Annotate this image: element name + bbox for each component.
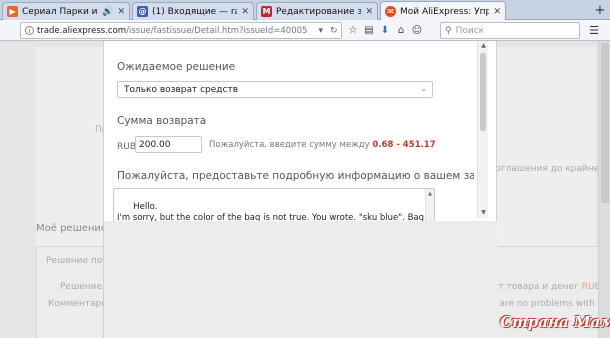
my-decision-heading: Моё решение [36,223,108,234]
dispute-modal: Ожидаемое решение Только возврат средств… [103,41,498,338]
url-text[interactable]: trade.aliexpress.com/issue/fastissue/Det… [37,26,315,36]
details-textarea[interactable]: Hello. I'm sorry, but the color of the b… [113,188,435,221]
scroll-up-icon[interactable]: ▲ [478,41,489,51]
tab-editing[interactable]: M Редактирование за... ✕ [256,2,378,20]
new-tab-button[interactable]: + [592,3,608,19]
url-host: trade.aliexpress.com [37,25,127,36]
reading-list-icon[interactable]: ▤ [361,22,377,39]
home-icon[interactable]: ⌂ [393,22,409,39]
tv-icon: ▶ [7,6,18,17]
refund-amount-input[interactable]: 200.00 [135,136,202,153]
close-icon[interactable]: ✕ [365,7,373,17]
speaker-icon[interactable]: 🔊 [102,7,113,17]
chevron-down-icon[interactable]: ⌄ [420,84,427,93]
toolbar-icons: ☆ ▤ ⬇ ⌂ ☺ [345,22,425,39]
bg-problems-fragment: ere are no problems with th [482,299,607,309]
modal-scrollbar[interactable]: ▲ ▼ [477,41,488,218]
url-path: /issue/fastissue/Detail.htm?issueId=4000… [126,25,308,36]
tab-parks-series[interactable]: ▶ Сериал Парки и ... 🔊 ✕ [2,2,130,20]
tab-label: Сериал Парки и ... [22,6,98,17]
amount-value: 200.00 [139,139,171,150]
solution-value: Только возврат средств [124,84,239,95]
solution-select[interactable]: Только возврат средств ⌄ [117,81,433,98]
modal-scrollbar-thumb[interactable] [480,53,486,131]
search-input[interactable]: ⚲ Поиск [440,22,580,39]
modal-content: Ожидаемое решение Только возврат средств… [104,41,474,221]
info-icon[interactable]: i [25,26,34,35]
bg-return-fragment: врат товара и денег RUB [482,282,601,292]
tab-label: (1) Входящие — rad... [152,6,237,17]
search-placeholder: Поиск [455,25,485,36]
tab-aliexpress[interactable]: ✉ Мой AliExpress: Упр... ✕ [380,1,506,21]
download-icon[interactable]: ⬇ [377,22,393,39]
chat-icon[interactable]: ☺ [409,22,425,39]
tab-label: Редактирование за... [276,6,361,17]
watermark: Страна Мам [500,313,610,331]
modal-footer-area [104,221,498,338]
tab-strip: ▶ Сериал Парки и ... 🔊 ✕ @ (1) Входящие … [0,0,610,21]
reload-icon[interactable]: ↻ [330,26,338,36]
details-text: Hello. I'm sorry, but the color of the b… [117,202,425,221]
scroll-down-icon[interactable]: ▼ [478,208,489,218]
aliexpress-icon: ✉ [385,6,396,17]
refund-amount-label: Сумма возврата [117,115,207,127]
hint-text: Пожалуйста. введите сумму между [209,140,370,150]
url-actions: ▾ ↻ [315,26,341,36]
expected-solution-label: Ожидаемое решение [117,61,236,73]
url-bar[interactable]: i trade.aliexpress.com/issue/fastissue/D… [20,22,342,39]
star-icon[interactable]: ☆ [345,22,361,39]
menu-icon[interactable]: ☰ [586,23,602,38]
tab-inbox[interactable]: @ (1) Входящие — rad... ✕ [132,2,254,20]
chevron-down-icon[interactable]: ▾ [318,26,323,36]
bg-comments-label: Комментари [48,299,108,309]
details-label: Пожалуйста, предоставьте подробную инфор… [117,170,474,182]
amount-hint: Пожалуйста. введите сумму между 0.68 - 4… [209,140,436,150]
currency-label: RUB [117,142,137,152]
m-icon: M [261,6,272,17]
close-icon[interactable]: ✕ [241,7,249,17]
page-scrollbar-thumb[interactable] [601,43,609,203]
hint-range: 0.68 - 451.17 [372,140,436,150]
bg-decision-field-label: Решение: [60,282,106,292]
close-icon[interactable]: ✕ [117,7,125,17]
page-scrollbar[interactable] [598,41,610,338]
nav-bar: i trade.aliexpress.com/issue/fastissue/D… [0,20,610,41]
mail-icon: @ [137,6,148,17]
close-icon[interactable]: ✕ [493,7,501,17]
tab-label: Мой AliExpress: Упр... [400,6,489,17]
bg-agreement-fragment: е соглашения до крайнег [482,164,604,174]
search-icon: ⚲ [445,25,452,36]
textarea-scrollbar[interactable]: ▲ [425,189,434,221]
